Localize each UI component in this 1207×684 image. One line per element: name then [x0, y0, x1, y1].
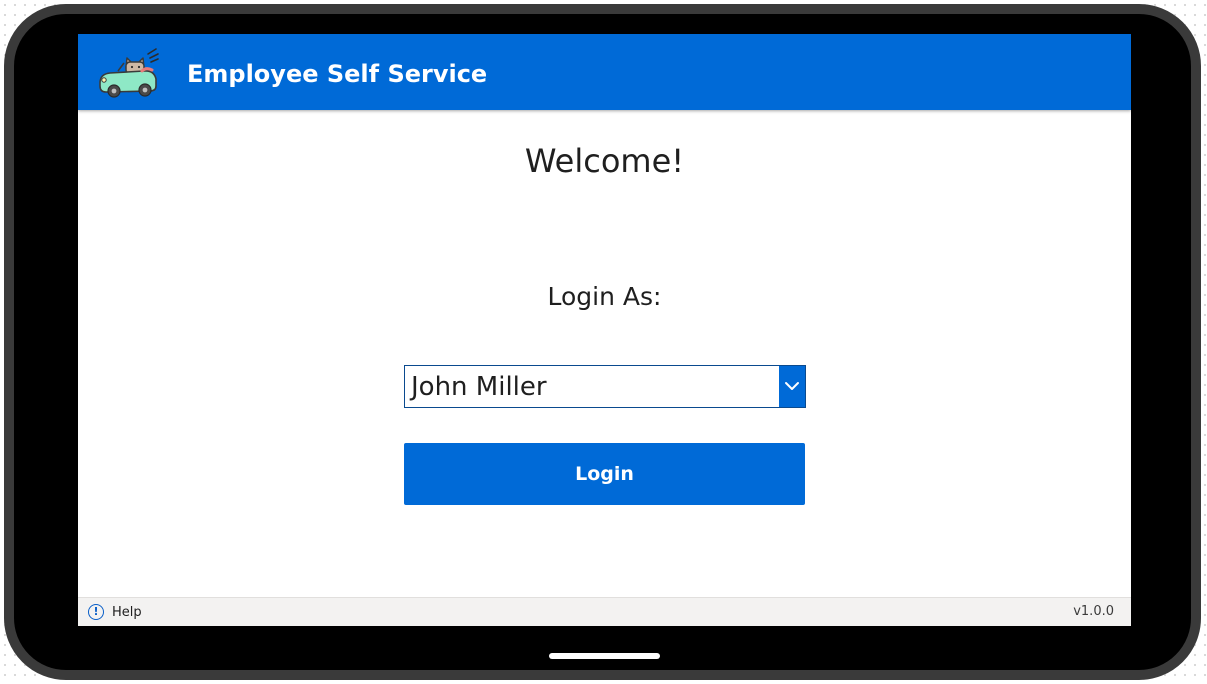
app-title: Employee Self Service	[187, 60, 488, 88]
help-link[interactable]: ! Help	[88, 602, 142, 622]
help-label: Help	[112, 604, 142, 620]
app-header: Employee Self Service	[78, 34, 1131, 110]
cat-driving-car-logo	[99, 48, 159, 98]
user-select-dropdown[interactable]: John Miller	[404, 365, 806, 408]
info-circle-icon: !	[88, 604, 104, 620]
app-screen: Employee Self Service Welcome! Login As:…	[78, 34, 1131, 626]
user-select-value: John Miller	[411, 372, 547, 402]
welcome-heading: Welcome!	[524, 142, 685, 180]
version-label: v1.0.0	[1073, 604, 1114, 619]
status-footer: ! Help v1.0.0	[78, 597, 1131, 626]
login-button[interactable]: Login	[404, 443, 805, 505]
login-as-label: Login As:	[547, 282, 662, 311]
home-indicator-bar[interactable]	[549, 653, 660, 659]
dropdown-arrow-button[interactable]	[779, 366, 805, 407]
chevron-down-icon	[785, 382, 799, 390]
